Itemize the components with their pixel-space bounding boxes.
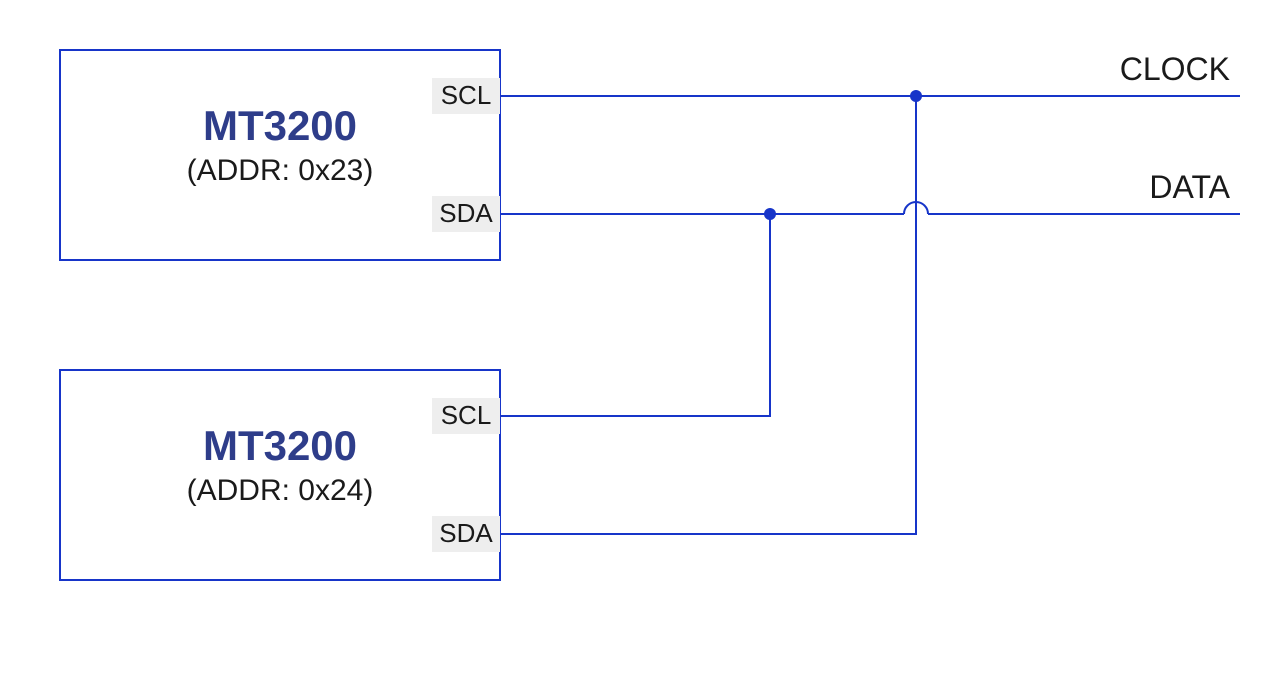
wire-dev2-sda <box>500 96 916 534</box>
node-dev2-sda-join <box>910 90 922 102</box>
device-1-name: MT3200 <box>203 102 357 149</box>
wire-dev2-scl <box>500 214 770 416</box>
device-1: MT3200 (ADDR: 0x23) SCL SDA <box>60 50 500 260</box>
device-1-pin-sda-label: SDA <box>439 198 493 228</box>
device-1-addr: (ADDR: 0x23) <box>187 154 374 187</box>
device-2-name: MT3200 <box>203 422 357 469</box>
device-2-addr: (ADDR: 0x24) <box>187 474 374 507</box>
device-1-pin-scl-label: SCL <box>441 80 492 110</box>
bus-label-data: DATA <box>1149 169 1230 205</box>
bus-label-clock: CLOCK <box>1120 51 1230 87</box>
i2c-bus-diagram: MT3200 (ADDR: 0x23) SCL SDA MT3200 (ADDR… <box>0 0 1280 690</box>
device-2-pin-sda-label: SDA <box>439 518 493 548</box>
device-2-pin-scl-label: SCL <box>441 400 492 430</box>
node-dev2-scl-join <box>764 208 776 220</box>
device-2: MT3200 (ADDR: 0x24) SCL SDA <box>60 370 500 580</box>
